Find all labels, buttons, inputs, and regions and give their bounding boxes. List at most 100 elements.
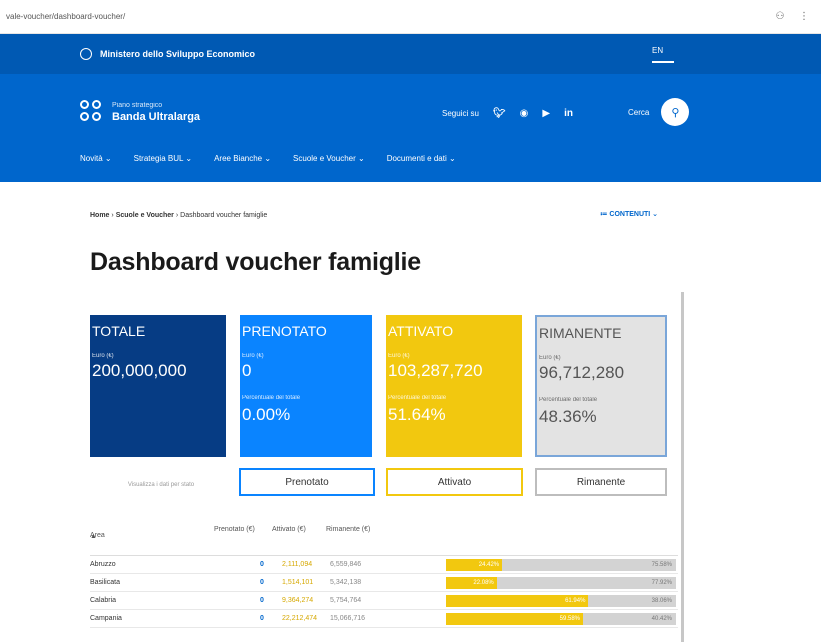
- card-attivato: ATTIVATO Euro (€) 103,287,720 Percentual…: [386, 315, 522, 457]
- cell-attivato: 1,514,101: [282, 579, 314, 586]
- extension-icon[interactable]: ⚇: [773, 10, 787, 24]
- filter-label: Visualizza i dati per stato: [127, 482, 195, 488]
- progress-fill: 61.94%: [446, 595, 589, 607]
- cell-rimanente: 6,559,846: [330, 561, 362, 568]
- filter-prenotato-button[interactable]: Prenotato: [239, 468, 375, 496]
- card-title: TOTALE: [92, 323, 146, 339]
- site-brand[interactable]: Piano strategico Banda Ultralarga: [80, 100, 200, 124]
- filter-rimanente-button[interactable]: Rimanente: [535, 468, 667, 496]
- card-value: 103,287,720: [388, 361, 483, 380]
- brand-title: Banda Ultralarga: [112, 110, 201, 123]
- menu-icon[interactable]: ⋮: [797, 10, 811, 24]
- search-icon[interactable]: ⚲: [661, 98, 690, 126]
- card-value: 0: [242, 361, 252, 380]
- breadcrumb-home[interactable]: Home: [90, 212, 109, 219]
- cell-attivato: 9,364,274: [282, 597, 314, 604]
- bul-logo-icon: [80, 100, 104, 124]
- progress-bar: 61.94% 38.06%: [446, 595, 676, 607]
- language-label: EN: [652, 46, 664, 55]
- nav-item-aree-bianche[interactable]: Aree Bianche ⌄: [214, 154, 271, 163]
- progress-remaining: 77.92%: [651, 580, 672, 586]
- progress-bar: 59.58% 40.42%: [446, 613, 676, 625]
- cell-area: Abruzzo: [90, 561, 116, 568]
- cell-prenotato: 0: [260, 579, 264, 586]
- ministry-name: Ministero dello Sviluppo Economico: [100, 49, 256, 59]
- twitter-icon[interactable]: 🐦︎: [493, 108, 506, 119]
- table-body: Abruzzo 0 2,111,094 6,559,846 24.42% 75.58% Ba…: [90, 556, 678, 628]
- linkedin-icon[interactable]: in: [564, 108, 573, 119]
- card-unit: Euro (€): [92, 353, 114, 359]
- card-percent-label: Percentuale del totale: [539, 397, 598, 403]
- language-switch[interactable]: EN: [652, 46, 674, 63]
- social-links: Seguici su 🐦︎ ◉ ▶ in: [442, 108, 573, 119]
- ministry-link[interactable]: Ministero dello Sviluppo Economico: [80, 48, 255, 60]
- card-unit: Euro (€): [242, 353, 264, 359]
- breadcrumb-current: Dashboard voucher famiglie: [180, 212, 268, 219]
- url-text[interactable]: vale-voucher/dashboard-voucher/: [6, 12, 773, 21]
- nav-item-scuole-voucher[interactable]: Scuole e Voucher ⌄: [293, 154, 365, 163]
- card-title: RIMANENTE: [539, 325, 622, 341]
- cell-area: Basilicata: [90, 579, 120, 586]
- cell-attivato: 2,111,094: [282, 561, 313, 568]
- card-percent: 0.00%: [242, 405, 291, 424]
- follow-label: Seguici su: [442, 109, 479, 118]
- card-title: PRENOTATO: [242, 323, 327, 339]
- card-prenotato: PRENOTATO Euro (€) 0 Percentuale del tot…: [240, 315, 372, 457]
- progress-remaining: 75.58%: [651, 562, 672, 568]
- card-percent: 48.36%: [539, 407, 597, 426]
- cell-rimanente: 5,754,764: [330, 597, 362, 604]
- cell-prenotato: 0: [260, 615, 264, 622]
- header-area[interactable]: Area ▲: [90, 526, 105, 540]
- table-row: Basilicata 0 1,514,101 5,342,138 22.08% 77.92…: [90, 574, 678, 592]
- header-rimanente[interactable]: Rimanente (€): [326, 526, 370, 533]
- cell-prenotato: 0: [260, 561, 264, 568]
- table-row: Abruzzo 0 2,111,094 6,559,846 24.42% 75.58%: [90, 556, 678, 574]
- nav-item-novita[interactable]: Novità ⌄: [80, 154, 112, 163]
- breadcrumb-section[interactable]: Scuole e Voucher: [116, 212, 174, 219]
- language-underline: [652, 61, 674, 63]
- cell-prenotato: 0: [260, 597, 264, 604]
- page-title: Dashboard voucher famiglie: [90, 248, 421, 276]
- progress-bar: 22.08% 77.92%: [446, 577, 676, 589]
- progress-fill: 22.08%: [446, 577, 497, 589]
- site-header: Piano strategico Banda Ultralarga Seguic…: [0, 74, 821, 182]
- card-percent-label: Percentuale del totale: [388, 395, 447, 401]
- cell-area: Campania: [90, 615, 122, 622]
- search-label: Cerca: [628, 107, 650, 117]
- card-percent: 51.64%: [388, 405, 446, 424]
- progress-remaining: 40.42%: [651, 616, 672, 622]
- progress-fill: 24.42%: [446, 559, 503, 571]
- breadcrumb: Home › Scuole e Voucher › Dashboard vouc…: [90, 212, 268, 219]
- card-value: 96,712,280: [539, 363, 625, 382]
- progress-remaining: 38.06%: [651, 598, 672, 604]
- progress-fill: 59.58%: [446, 613, 584, 625]
- regions-table: Area ▲ Prenotato (€) Attivato (€) Rimanen…: [90, 520, 678, 628]
- browser-address-bar[interactable]: vale-voucher/dashboard-voucher/ ⚇ ⋮: [0, 0, 821, 34]
- institutional-bar: Ministero dello Sviluppo Economico EN: [0, 34, 821, 74]
- header-attivato[interactable]: Attivato (€): [272, 526, 306, 533]
- card-rimanente: RIMANENTE Euro (€) 96,712,280 Percentual…: [535, 315, 667, 457]
- contents-dropdown[interactable]: ≔ CONTENUTI ⌄: [600, 210, 658, 218]
- youtube-icon[interactable]: ▶: [542, 108, 550, 119]
- card-title: ATTIVATO: [388, 323, 454, 339]
- card-unit: Euro (€): [539, 355, 561, 361]
- ministry-emblem-icon: [80, 48, 92, 60]
- cell-rimanente: 5,342,138: [330, 579, 362, 586]
- cell-attivato: 22,212,474: [282, 615, 318, 622]
- progress-bar: 24.42% 75.58%: [446, 559, 676, 571]
- search-area[interactable]: Cerca ⚲: [628, 98, 690, 126]
- cell-rimanente: 15,066,716: [330, 615, 366, 622]
- header-prenotato[interactable]: Prenotato (€): [214, 526, 255, 533]
- cell-area: Calabria: [90, 597, 117, 604]
- table-row: Campania 0 22,212,474 15,066,716 59.58% 40.42…: [90, 610, 678, 628]
- filter-attivato-button[interactable]: Attivato: [386, 468, 523, 496]
- content-scrollbar[interactable]: [681, 292, 684, 642]
- card-value: 200,000,000: [92, 361, 187, 380]
- medium-icon[interactable]: ◉: [520, 108, 529, 119]
- card-totale: TOTALE Euro (€) 200,000,000: [90, 315, 226, 457]
- nav-item-strategia[interactable]: Strategia BUL ⌄: [134, 154, 192, 163]
- table-row: Calabria 0 9,364,274 5,754,764 61.94% 38.06%: [90, 592, 678, 610]
- card-percent-label: Percentuale del totale: [242, 395, 301, 401]
- nav-item-documenti[interactable]: Documenti e dati ⌄: [387, 154, 456, 163]
- table-header: Area ▲ Prenotato (€) Attivato (€) Rimanen…: [90, 520, 678, 556]
